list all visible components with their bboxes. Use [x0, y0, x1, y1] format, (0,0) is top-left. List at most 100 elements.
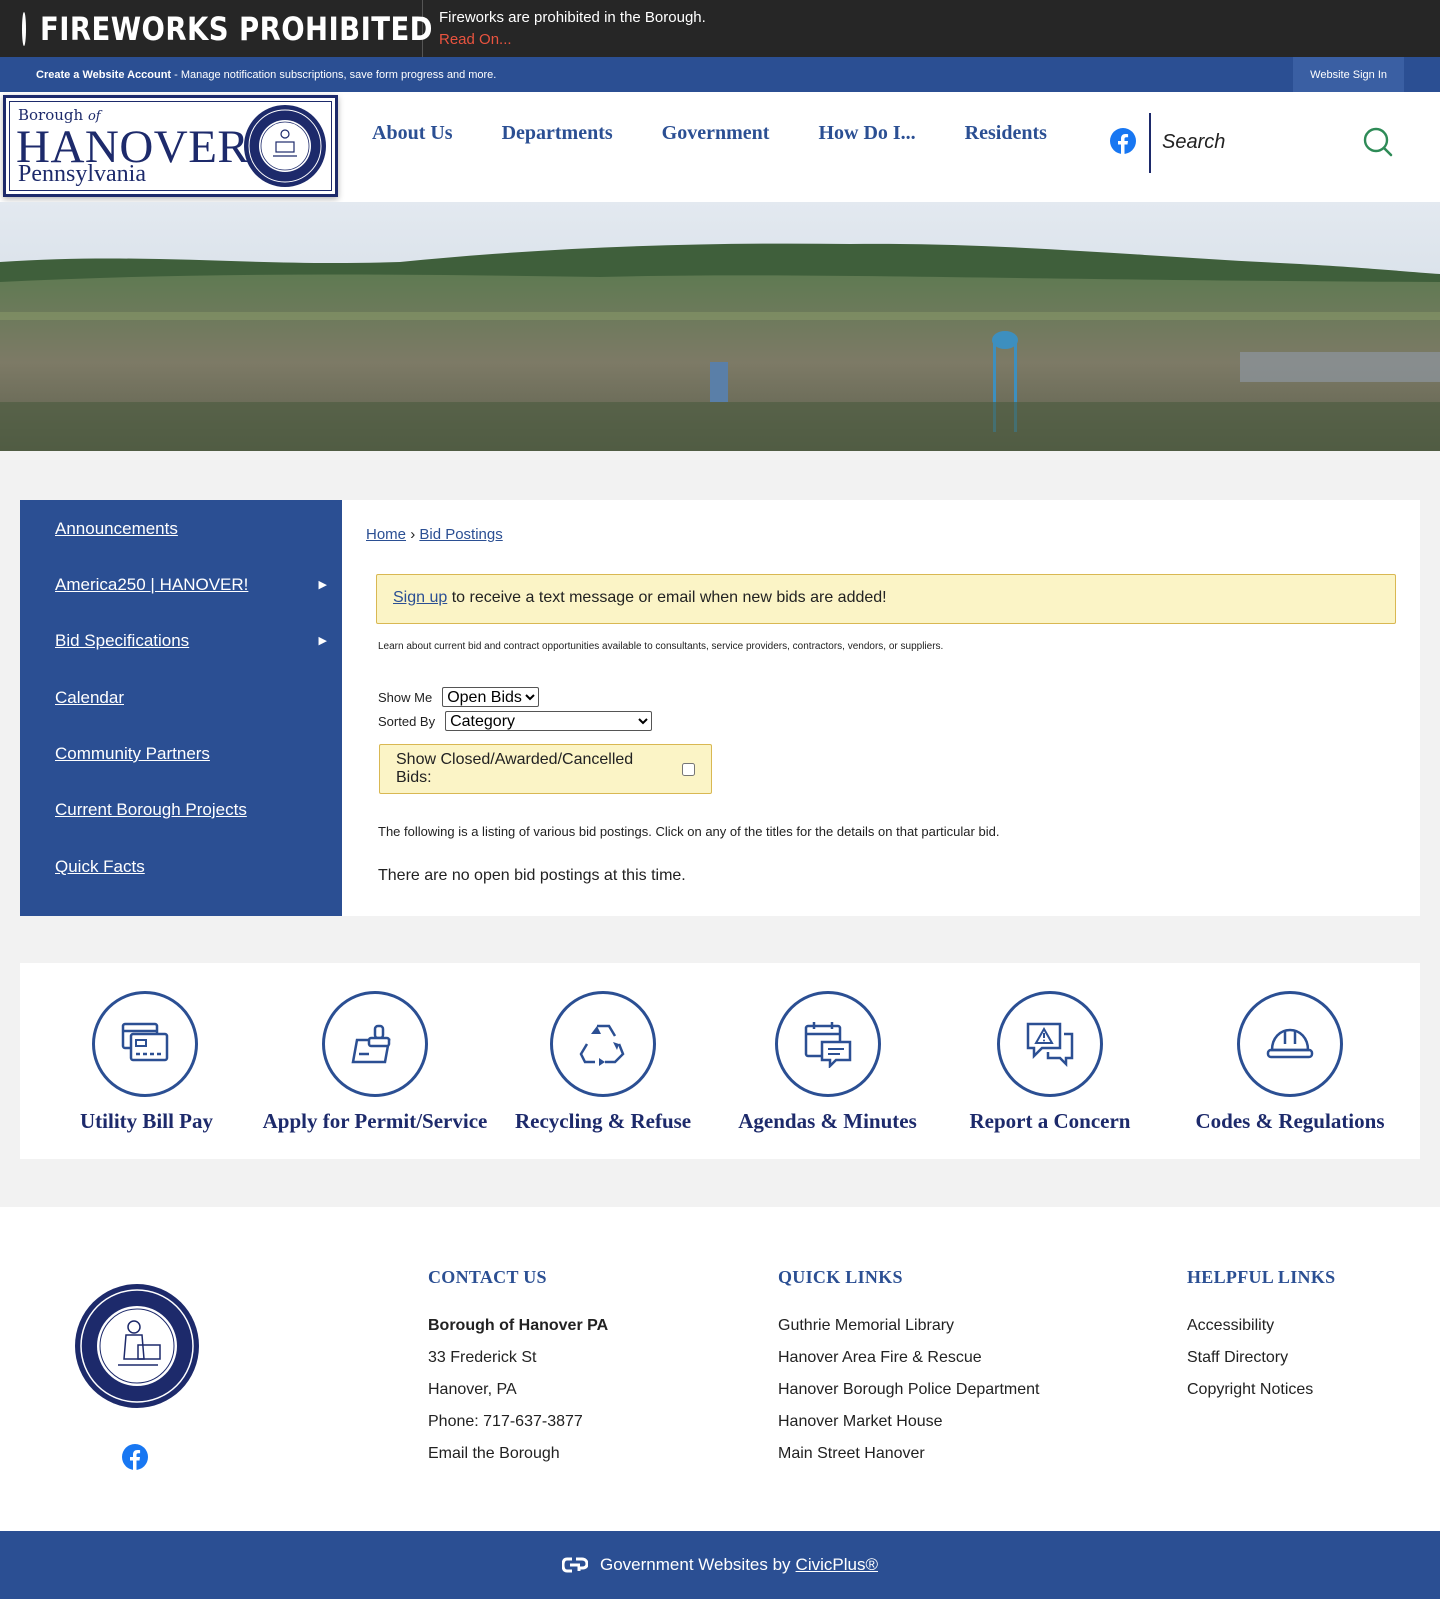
breadcrumb-current-link[interactable]: Bid Postings [419, 526, 502, 543]
search-input[interactable] [1162, 124, 1352, 160]
main-navigation: About Us Departments Government How Do I… [372, 122, 1096, 145]
show-closed-bids-label: Show Closed/Awarded/Cancelled Bids: [396, 751, 634, 786]
main-content-card: Announcements America250 | HANOVER! ▶ Bi… [20, 500, 1420, 916]
footer-contact-heading: CONTACT US [428, 1267, 547, 1287]
civicplus-bar: Government Websites by CivicPlus® [0, 1531, 1440, 1599]
recycle-icon [549, 991, 656, 1097]
sorted-by-row: Sorted By Category [378, 711, 653, 731]
alert-title: FIREWORKS PROHIBITED [40, 9, 433, 48]
report-concern-icon [997, 991, 1103, 1097]
sorted-by-select[interactable]: Category [445, 711, 653, 731]
website-sign-in-button[interactable]: Website Sign In [1293, 57, 1404, 92]
emergency-alert-bar: FIREWORKS PROHIBITED Fireworks are prohi… [0, 0, 1440, 57]
create-account-description: - Manage notification subscriptions, sav… [171, 68, 497, 81]
hero-landscape-illustration [0, 202, 1440, 451]
signup-notice-text: to receive a text message or email when … [447, 589, 887, 606]
quick-link-apply-permit[interactable]: Apply for Permit/Service [260, 991, 490, 1134]
quick-link-report-concern[interactable]: Report a Concern [960, 991, 1140, 1134]
footer-link-copyright-notices[interactable]: Copyright Notices [1187, 1374, 1335, 1406]
footer-contact-address2: Hanover, PA [428, 1381, 517, 1398]
footer-link-market-house[interactable]: Hanover Market House [778, 1406, 1039, 1438]
permit-stamp-icon [322, 991, 428, 1097]
footer-email-link[interactable]: Email the Borough [428, 1438, 608, 1470]
nav-about-us[interactable]: About Us [372, 122, 453, 145]
quick-link-agendas-minutes[interactable]: Agendas & Minutes [735, 991, 920, 1134]
footer-contact-column: CONTACT US Borough of Hanover PA 33 Fred… [428, 1267, 608, 1470]
sidebar-item-bid-specifications[interactable]: Bid Specifications [55, 631, 189, 651]
footer-helpful-links-column: HELPFUL LINKS Accessibility Staff Direct… [1187, 1267, 1335, 1406]
nav-residents[interactable]: Residents [965, 122, 1047, 145]
footer-link-police-department[interactable]: Hanover Borough Police Department [778, 1374, 1039, 1406]
quick-link-utility-bill-pay[interactable]: Utility Bill Pay [80, 991, 213, 1134]
expand-arrow-icon[interactable]: ▶ [319, 578, 327, 591]
footer-contact-name: Borough of Hanover PA [428, 1317, 609, 1334]
sidebar-item-quick-facts[interactable]: Quick Facts [55, 857, 145, 877]
alert-read-on-link[interactable]: Read On... [439, 29, 706, 51]
footer-quick-links-column: QUICK LINKS Guthrie Memorial Library Han… [778, 1267, 1039, 1470]
footer-link-guthrie-library[interactable]: Guthrie Memorial Library [778, 1310, 1039, 1342]
quick-link-recycling-refuse[interactable]: Recycling & Refuse [515, 991, 692, 1134]
facebook-icon[interactable] [122, 1444, 148, 1470]
footer-quick-links-heading: QUICK LINKS [778, 1267, 903, 1287]
breadcrumb-home-link[interactable]: Home [366, 526, 406, 543]
sidebar-item-current-borough-projects[interactable]: Current Borough Projects [55, 800, 247, 820]
show-me-label: Show Me [378, 689, 433, 705]
search-icon[interactable] [1362, 126, 1394, 158]
expand-arrow-icon[interactable]: ▶ [319, 634, 327, 647]
footer-helpful-links-heading: HELPFUL LINKS [1187, 1267, 1336, 1287]
bill-pay-icon [92, 991, 198, 1097]
quick-link-label: Agendas & Minutes [738, 1109, 917, 1133]
borough-seal-icon [75, 1284, 199, 1408]
alert-body: Fireworks are prohibited in the Borough.… [423, 7, 706, 51]
footer-link-fire-rescue[interactable]: Hanover Area Fire & Rescue [778, 1342, 1039, 1374]
footer-contact-address1: 33 Frederick St [428, 1349, 537, 1366]
civicplus-text: Government Websites by [600, 1555, 791, 1574]
quick-link-label: Apply for Permit/Service [262, 1109, 488, 1133]
sidebar-item-community-partners[interactable]: Community Partners [55, 744, 210, 764]
quick-link-label: Report a Concern [969, 1109, 1131, 1133]
sidebar-item-announcements[interactable]: Announcements [55, 519, 178, 539]
show-me-select[interactable]: Open Bids [442, 687, 540, 707]
footer-contact-phone: Phone: 717-637-3877 [428, 1413, 583, 1430]
footer-link-staff-directory[interactable]: Staff Directory [1187, 1342, 1335, 1374]
quick-link-label: Recycling & Refuse [515, 1109, 692, 1133]
site-footer: CONTACT US Borough of Hanover PA 33 Fred… [0, 1207, 1440, 1531]
quick-link-label: Codes & Regulations [1195, 1109, 1385, 1133]
show-closed-bids-box: Show Closed/Awarded/Cancelled Bids: [379, 744, 712, 794]
no-bids-message: There are no open bid postings at this t… [378, 867, 686, 884]
sidebar-item-america250[interactable]: America250 | HANOVER! [55, 575, 248, 595]
breadcrumb: Home › Bid Postings [366, 526, 503, 543]
hard-hat-icon [1237, 991, 1343, 1097]
quick-link-codes-regulations[interactable]: Codes & Regulations [1190, 991, 1390, 1134]
alert-message: Fireworks are prohibited in the Borough. [439, 8, 706, 26]
bid-postings-content: Home › Bid Postings Sign up to receive a… [342, 500, 1420, 916]
calendar-agenda-icon [774, 991, 881, 1097]
hero-banner-image [0, 202, 1440, 451]
create-account-label: Create a Website Account [36, 68, 172, 81]
nav-departments[interactable]: Departments [502, 122, 613, 145]
listing-description: The following is a listing of various bi… [378, 824, 1000, 839]
create-account-link[interactable]: Create a Website Account - Manage notifi… [0, 69, 496, 81]
intro-text: Learn about current bid and contract opp… [378, 641, 944, 652]
quick-links-bar: Utility Bill Pay Apply for Permit/Servic… [20, 963, 1420, 1159]
quick-link-label: Utility Bill Pay [80, 1109, 213, 1133]
account-bar: Create a Website Account - Manage notifi… [0, 57, 1440, 92]
civicplus-link[interactable]: CivicPlus® [796, 1555, 878, 1575]
signup-notice: Sign up to receive a text message or ema… [376, 574, 1396, 624]
site-logo[interactable]: Borough of HANOVER Pennsylvania [3, 95, 338, 197]
footer-link-accessibility[interactable]: Accessibility [1187, 1310, 1335, 1342]
borough-seal-icon [244, 105, 326, 187]
show-me-row: Show Me Open Bids [378, 687, 540, 707]
facebook-icon[interactable] [1110, 128, 1136, 154]
alert-dot-icon [22, 11, 26, 46]
nav-government[interactable]: Government [662, 122, 770, 145]
show-closed-bids-checkbox[interactable] [682, 762, 695, 776]
footer-link-main-street[interactable]: Main Street Hanover [778, 1438, 1039, 1470]
nav-how-do-i[interactable]: How Do I... [818, 122, 915, 145]
sorted-by-label: Sorted By [378, 713, 436, 729]
signup-link[interactable]: Sign up [393, 589, 447, 606]
civicplus-logo-icon [562, 1557, 588, 1573]
sidebar-item-calendar[interactable]: Calendar [55, 688, 124, 708]
logo-pennsylvania-text: Pennsylvania [18, 161, 146, 187]
breadcrumb-separator: › [410, 526, 416, 543]
